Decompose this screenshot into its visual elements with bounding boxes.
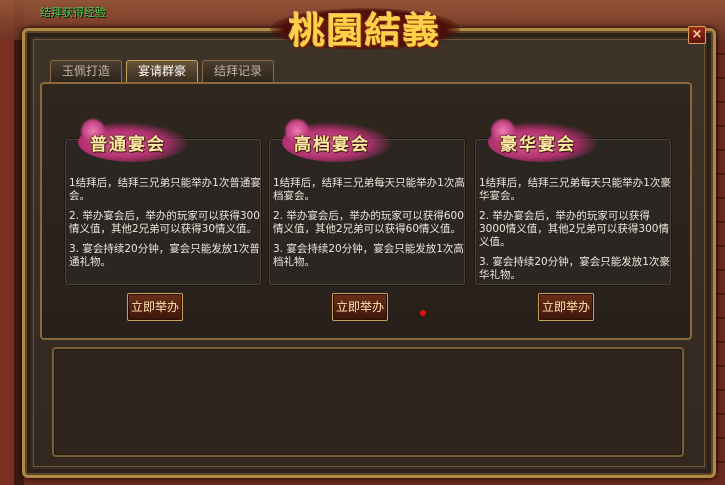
rule-text: 3. 宴会持续20分钟，宴会只能发放1次豪华礼物。 — [479, 256, 670, 281]
host-normal-banquet-button[interactable]: 立即举办 — [127, 293, 183, 321]
host-premium-banquet-button[interactable]: 立即举办 — [332, 293, 388, 321]
exp-gain-notice: 结拜获得经验 — [40, 6, 106, 19]
red-dot-indicator — [420, 310, 426, 316]
close-icon: × — [691, 27, 703, 42]
card-rules: 1结拜后，结拜三兄弟每天只能举办1次豪华宴会。 2. 举办宴会后，举办的玩家可以… — [479, 177, 671, 289]
rule-text: 3. 宴会持续20分钟，宴会只能发放1次高档礼物。 — [273, 243, 464, 268]
card-rules: 1结拜后，结拜三兄弟每天只能举办1次高档宴会。 2. 举办宴会后，举办的玩家可以… — [273, 177, 465, 276]
tab-host-banquet[interactable]: 宴请群豪 — [126, 60, 198, 82]
banquet-card-normal: 1结拜后，结拜三兄弟只能举办1次普通宴会。 2. 举办宴会后，举办的玩家可以获得… — [64, 118, 262, 368]
banquet-card-premium: 1结拜后，结拜三兄弟每天只能举办1次高档宴会。 2. 举办宴会后，举办的玩家可以… — [268, 118, 466, 368]
dialog-title-logo: 桃園結義 — [270, 2, 460, 54]
rule-text: 3. 宴会持续20分钟，宴会只能发放1次普通礼物。 — [69, 243, 260, 268]
rule-text: 1结拜后，结拜三兄弟每天只能举办1次豪华宴会。 — [479, 177, 671, 202]
card-rules: 1结拜后，结拜三兄弟只能举办1次普通宴会。 2. 举办宴会后，举办的玩家可以获得… — [69, 177, 261, 276]
tab-brotherhood-record[interactable]: 结拜记录 — [202, 60, 274, 82]
rule-text: 2. 举办宴会后，举办的玩家可以获得3000情义值，其他2兄弟可以获得300情义… — [479, 210, 669, 248]
player-status: 结拜获得经验 — [40, 0, 106, 19]
dialog-title: 桃園結義 — [288, 10, 441, 52]
rule-text: 2. 举办宴会后，举办的玩家可以获得600情义值，其他2兄弟可以获得60情义值。 — [273, 210, 464, 235]
rule-text: 1结拜后，结拜三兄弟只能举办1次普通宴会。 — [69, 177, 261, 202]
banquet-card-luxury: 1结拜后，结拜三兄弟每天只能举办1次豪华宴会。 2. 举办宴会后，举办的玩家可以… — [474, 118, 672, 368]
close-button[interactable]: × — [688, 26, 706, 44]
card-title: 普通宴会 — [90, 135, 166, 155]
host-luxury-banquet-button[interactable]: 立即举办 — [538, 293, 594, 321]
card-header: 普通宴会 — [78, 118, 198, 162]
tab-jade-forging[interactable]: 玉佩打造 — [50, 60, 122, 82]
banquet-info-panel — [52, 347, 684, 457]
rule-text: 2. 举办宴会后，举办的玩家可以获得300情义值，其他2兄弟可以获得30情义值。 — [69, 210, 260, 235]
card-title: 豪华宴会 — [500, 135, 576, 155]
card-header: 豪华宴会 — [488, 118, 608, 162]
tab-bar: 玉佩打造 宴请群豪 结拜记录 — [50, 60, 274, 82]
rule-text: 1结拜后，结拜三兄弟每天只能举办1次高档宴会。 — [273, 177, 465, 202]
card-header: 高档宴会 — [282, 118, 402, 162]
card-title: 高档宴会 — [294, 135, 370, 155]
